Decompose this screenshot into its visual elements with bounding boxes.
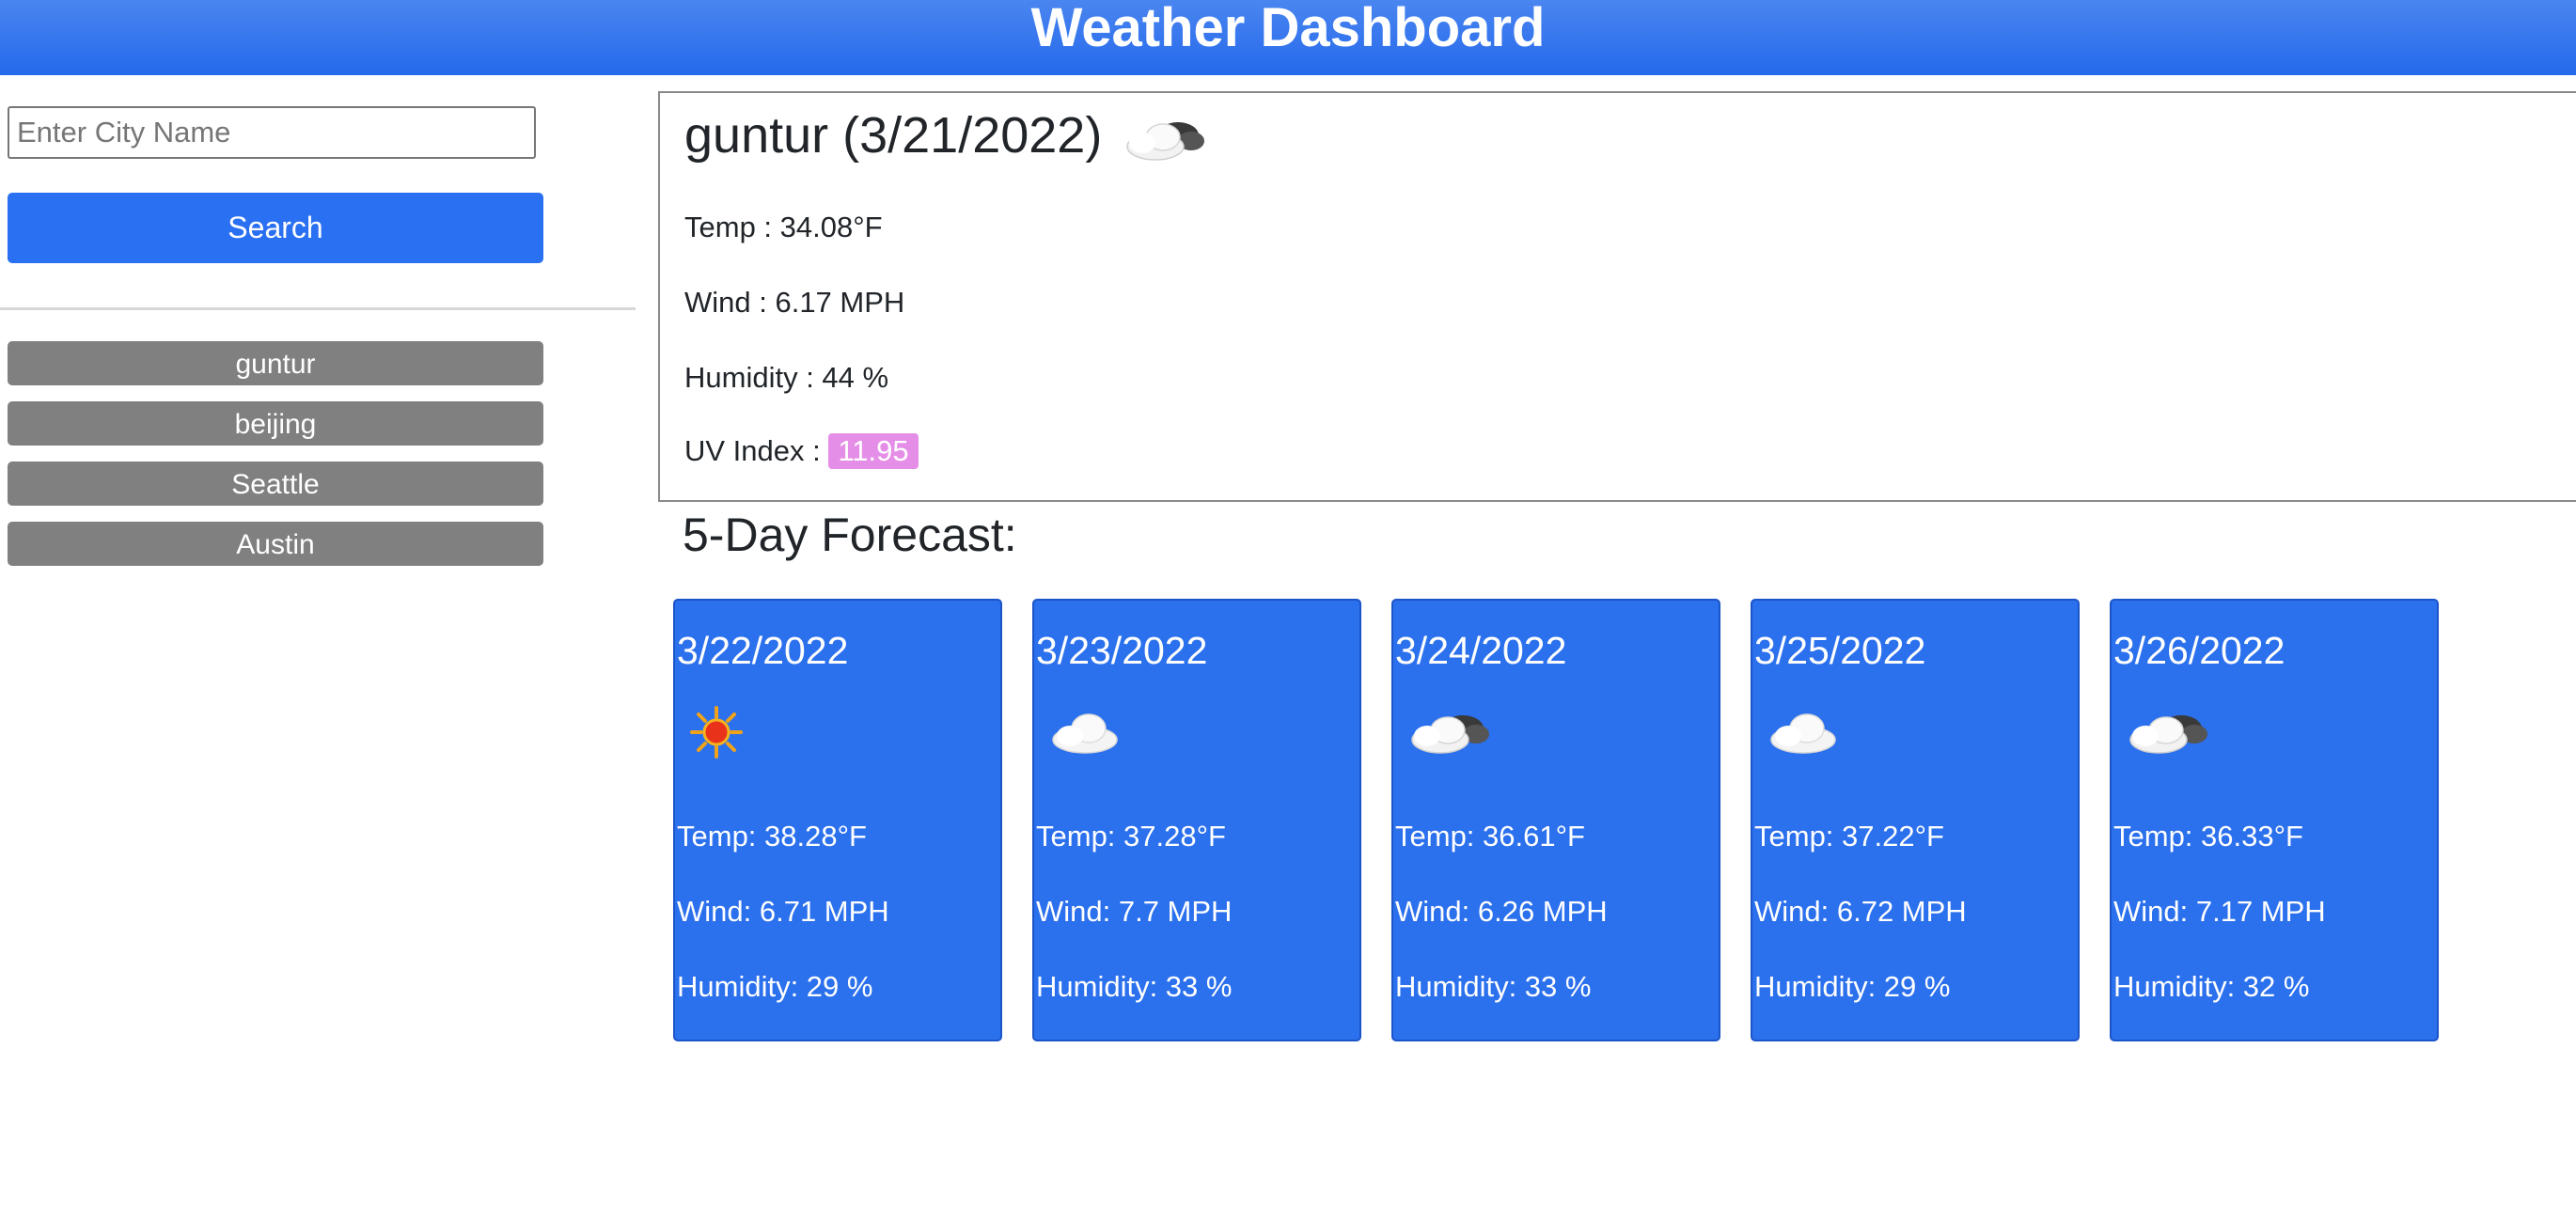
uv-badge: 11.95: [828, 433, 919, 469]
sun-icon: [690, 706, 743, 759]
uv-label: UV Index :: [684, 434, 829, 467]
page-header: Weather Dashboard: [0, 0, 2576, 75]
cloud-icon: [1770, 713, 1836, 754]
forecast-card: 3/24/2022 Temp: 36.61°F Wind: 6.26 MPH H…: [1391, 599, 1720, 1041]
forecast-date: 3/25/2022: [1754, 629, 1926, 672]
forecast-humidity: Humidity: 33 %: [1036, 970, 1233, 1003]
page-title: Weather Dashboard: [1030, 0, 1546, 58]
current-uv-row: UV Index : 11.95: [684, 433, 919, 469]
history-item-austin[interactable]: Austin: [8, 522, 543, 566]
current-weather-panel: guntur (3/21/2022) Temp : 34.08°F Wind :…: [658, 91, 2576, 502]
forecast-card: 3/25/2022 Temp: 37.22°F Wind: 6.72 MPH H…: [1751, 599, 2080, 1041]
forecast-wind: Wind: 6.71 MPH: [677, 895, 889, 928]
forecast-card: 3/26/2022 Temp: 36.33°F Wind: 7.17 MPH H…: [2110, 599, 2439, 1041]
search-button[interactable]: Search: [8, 193, 543, 263]
forecast-temp: Temp: 38.28°F: [677, 820, 867, 853]
forecast-card: 3/22/2022 Temp: 38.28°F Wind: 6.71 MPH H…: [673, 599, 1002, 1041]
current-city-date: guntur (3/21/2022): [684, 107, 1103, 164]
forecast-wind: Wind: 6.72 MPH: [1754, 895, 1967, 928]
forecast-date: 3/22/2022: [677, 629, 849, 672]
city-search-input[interactable]: [8, 106, 536, 159]
forecast-temp: Temp: 37.22°F: [1754, 820, 1944, 853]
forecast-date: 3/23/2022: [1036, 629, 1208, 672]
partly-cloudy-icon: [2129, 715, 2207, 754]
history-item-seattle[interactable]: Seattle: [8, 462, 543, 506]
history-item-guntur[interactable]: guntur: [8, 341, 543, 385]
current-temp: Temp : 34.08°F: [684, 211, 883, 243]
cloud-icon: [1052, 713, 1118, 754]
forecast-wind: Wind: 6.26 MPH: [1395, 895, 1608, 928]
partly-cloudy-icon: [1126, 121, 1205, 161]
history-item-beijing[interactable]: beijing: [8, 401, 543, 446]
forecast-date: 3/24/2022: [1395, 629, 1567, 672]
forecast-humidity: Humidity: 29 %: [677, 970, 873, 1003]
forecast-temp: Temp: 36.61°F: [1395, 820, 1585, 853]
sidebar-divider: [0, 307, 636, 310]
current-wind: Wind : 6.17 MPH: [684, 286, 905, 319]
forecast-humidity: Humidity: 32 %: [2113, 970, 2310, 1003]
current-humidity: Humidity : 44 %: [684, 361, 889, 394]
forecast-card: 3/23/2022 Temp: 37.28°F Wind: 7.7 MPH Hu…: [1032, 599, 1361, 1041]
forecast-title: 5-Day Forecast:: [683, 509, 1017, 561]
current-city-title: guntur (3/21/2022): [684, 106, 1208, 167]
forecast-humidity: Humidity: 33 %: [1395, 970, 1592, 1003]
forecast-temp: Temp: 37.28°F: [1036, 820, 1226, 853]
forecast-wind: Wind: 7.17 MPH: [2113, 895, 2326, 928]
forecast-temp: Temp: 36.33°F: [2113, 820, 2303, 853]
partly-cloudy-icon: [1411, 715, 1489, 754]
search-history: guntur beijing Seattle Austin: [8, 341, 543, 582]
forecast-humidity: Humidity: 29 %: [1754, 970, 1951, 1003]
forecast-date: 3/26/2022: [2113, 629, 2285, 672]
forecast-wind: Wind: 7.7 MPH: [1036, 895, 1233, 928]
